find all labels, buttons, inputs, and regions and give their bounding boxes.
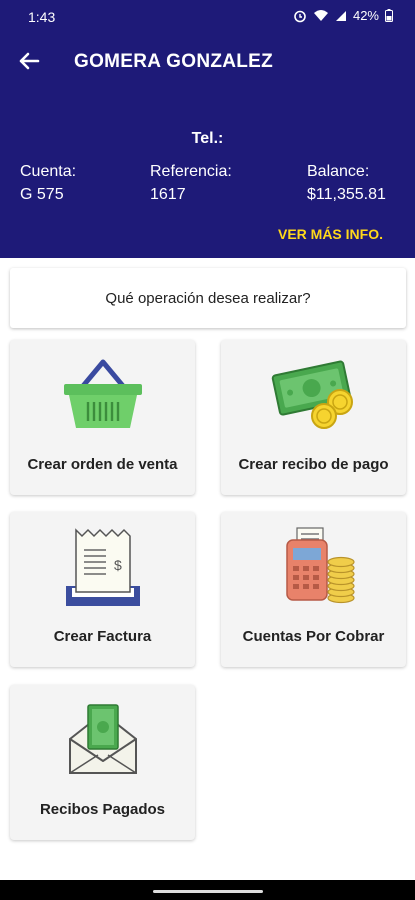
system-nav-bar: [0, 880, 415, 900]
account-value: G 575: [20, 186, 64, 203]
card-label: Recibos Pagados: [39, 801, 166, 818]
phone-label: Tel.:: [191, 130, 224, 147]
create-sales-order-button[interactable]: Crear orden de venta: [10, 340, 195, 495]
home-gesture-handle[interactable]: [153, 890, 263, 893]
balance-value: $11,355.81: [307, 186, 386, 203]
card-label: Crear orden de venta: [27, 456, 178, 473]
battery-percent: 42%: [352, 8, 379, 23]
envelope-money-icon: [68, 704, 137, 774]
app-bar: GOMERA GONZALEZ: [0, 34, 415, 90]
reference-block: Referencia: 1617: [150, 160, 232, 206]
page-title: GOMERA GONZALEZ: [74, 51, 274, 72]
cash-coins-icon: [271, 360, 353, 429]
status-time: 1:43: [28, 9, 56, 25]
create-invoice-button[interactable]: $ Crear Factura: [10, 512, 195, 667]
accounts-receivable-button[interactable]: Cuentas Por Cobrar: [221, 512, 406, 667]
account-label: Cuenta:: [20, 163, 77, 180]
card-label: Cuentas Por Cobrar: [242, 628, 385, 645]
battery-icon: [385, 9, 393, 22]
card-label: Crear recibo de pago: [238, 456, 389, 473]
invoice-icon: $: [65, 528, 140, 606]
client-info-panel: Tel.: Cuenta: G 575 Referencia: 1617 Bal…: [0, 90, 415, 258]
operation-prompt: Qué operación desea realizar?: [10, 268, 406, 328]
reference-value: 1617: [150, 186, 186, 203]
balance-block: Balance: $11,355.81: [307, 160, 386, 206]
card-label: Crear Factura: [53, 628, 152, 645]
back-arrow-icon[interactable]: [16, 48, 42, 74]
signal-icon: [335, 10, 346, 21]
alarm-icon: [294, 10, 306, 22]
pos-terminal-icon: [285, 527, 355, 604]
create-payment-receipt-button[interactable]: Crear recibo de pago: [221, 340, 406, 495]
status-bar: 1:43 42%: [0, 0, 415, 34]
account-block: Cuenta: G 575: [20, 160, 76, 206]
balance-label: Balance:: [307, 163, 370, 180]
basket-icon: [63, 359, 142, 428]
svg-text:$: $: [114, 557, 122, 573]
paid-receipts-button[interactable]: Recibos Pagados: [10, 685, 195, 840]
wifi-icon: [313, 10, 328, 21]
reference-label: Referencia:: [150, 163, 232, 180]
status-icons: 42%: [293, 8, 393, 23]
see-more-info-link[interactable]: VER MÁS INFO.: [278, 226, 383, 242]
